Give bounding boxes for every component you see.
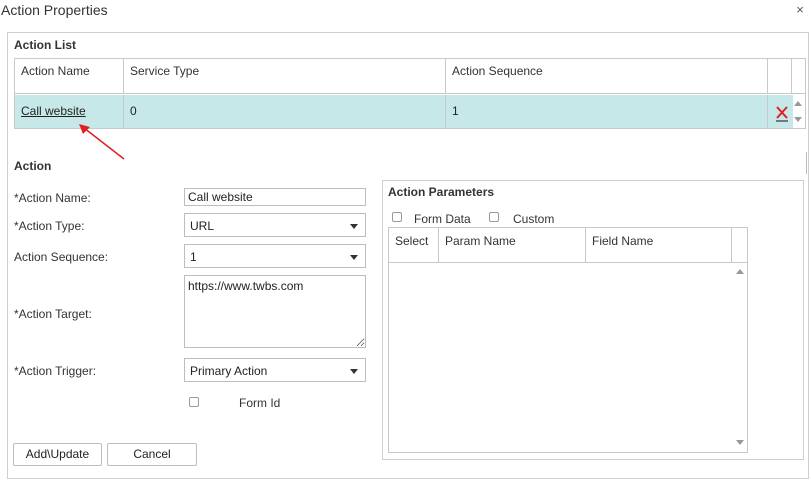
action-target-label: *Action Target: [14,307,92,321]
table-row[interactable]: Call website 0 1 [15,95,793,128]
column-divider [585,228,586,263]
scroll-down-icon[interactable] [736,440,744,445]
form-data-label: Form Data [414,212,471,226]
column-header-service-type[interactable]: Service Type [130,59,199,93]
action-sequence-cell: 1 [452,104,459,118]
service-type-cell: 0 [130,104,137,118]
resize-edge [806,152,811,174]
dialog-title-bar: Action Properties × [0,0,811,22]
action-type-value: URL [190,219,215,233]
column-header-param-name[interactable]: Param Name [445,234,516,248]
column-divider [767,95,768,128]
dialog-title: Action Properties [1,2,108,18]
row-scrollbar[interactable] [792,95,805,128]
action-target-textarea[interactable]: https://www.twbs.com [184,275,366,348]
chevron-down-icon [350,224,358,229]
action-type-label: *Action Type: [14,219,85,233]
action-trigger-select[interactable]: Primary Action [184,358,366,382]
scroll-up-icon[interactable] [794,101,802,106]
action-sequence-value: 1 [190,250,197,264]
custom-checkbox[interactable] [489,212,499,222]
form-id-checkbox[interactable] [189,397,199,407]
column-divider [438,228,439,263]
cancel-button[interactable]: Cancel [107,443,197,466]
column-divider [791,59,792,94]
column-divider [731,228,732,263]
column-header-select[interactable]: Select [395,234,428,248]
parameters-grid: Select Param Name Field Name [388,227,748,453]
column-divider [445,95,446,128]
action-name-input[interactable] [184,188,366,206]
parameters-scrollbar[interactable] [734,264,747,452]
parameters-grid-header: Select Param Name Field Name [389,228,747,263]
action-sequence-select[interactable]: 1 [184,244,366,268]
action-list-header: Action Name Service Type Action Sequence [15,59,805,94]
action-list-heading: Action List [14,38,76,52]
action-name-link[interactable]: Call website [21,95,86,128]
column-divider [767,59,768,94]
annotation-arrow-icon [79,124,125,160]
action-list-grid: Action Name Service Type Action Sequence… [14,58,806,129]
action-trigger-label: *Action Trigger: [14,364,97,378]
form-data-checkbox[interactable] [392,212,402,222]
action-type-select[interactable]: URL [184,213,366,237]
scroll-down-icon[interactable] [794,117,802,122]
column-divider [123,59,124,94]
column-header-action-sequence[interactable]: Action Sequence [452,59,543,93]
column-header-field-name[interactable]: Field Name [592,234,653,248]
scroll-up-icon[interactable] [736,269,744,274]
action-parameters-heading: Action Parameters [388,185,495,199]
action-sequence-label: Action Sequence: [14,250,109,264]
action-trigger-value: Primary Action [190,364,268,378]
column-divider [445,59,446,94]
chevron-down-icon [350,369,358,374]
form-id-label: Form Id [239,396,281,410]
delete-x-icon[interactable] [775,103,789,123]
action-heading: Action [14,159,52,173]
chevron-down-icon [350,255,358,260]
close-icon[interactable]: × [793,3,807,17]
column-header-action-name[interactable]: Action Name [21,59,90,93]
action-name-label: *Action Name: [14,191,91,205]
custom-label: Custom [513,212,555,226]
add-update-button[interactable]: Add\Update [13,443,102,466]
